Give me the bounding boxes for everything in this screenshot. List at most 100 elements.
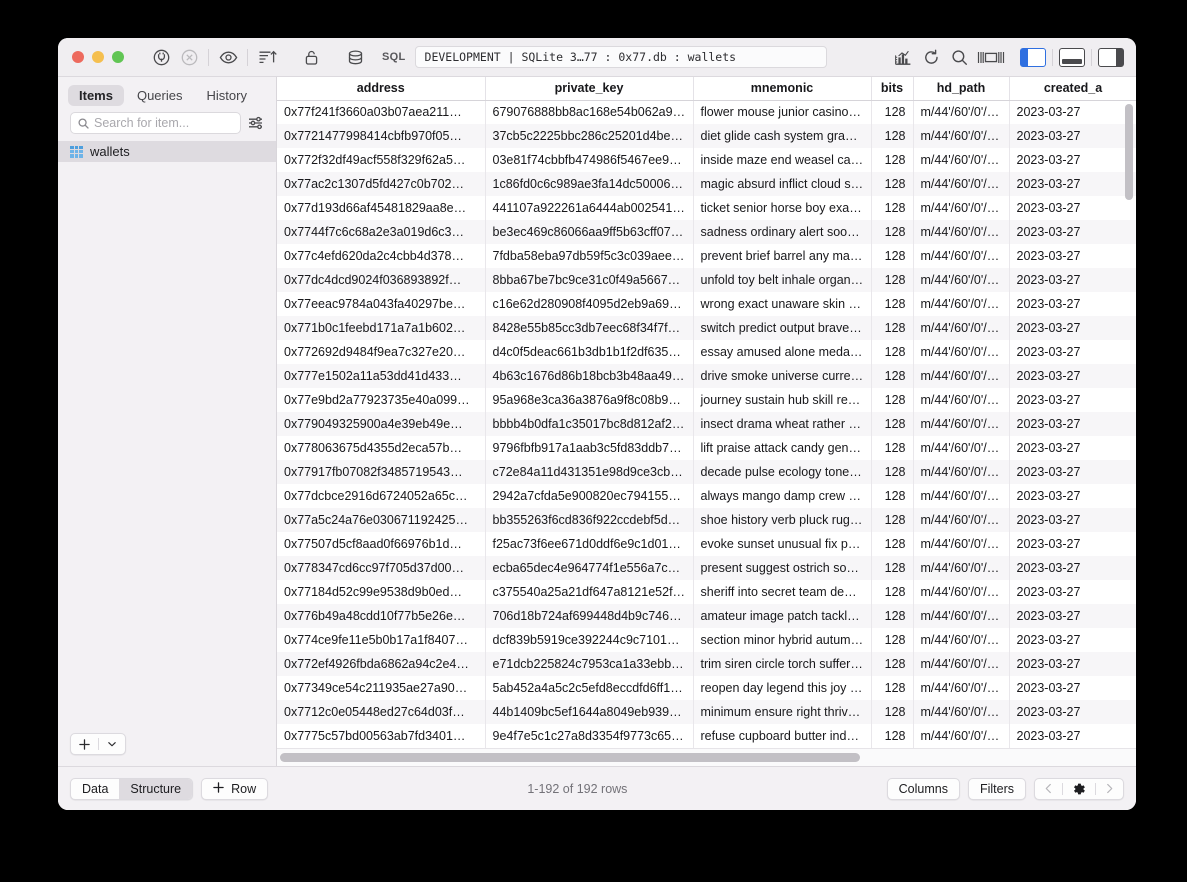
cell-address[interactable]: 0x7721477998414cbfb970f05… <box>277 124 486 148</box>
cell-created-at[interactable]: 2023-03-27 <box>1009 700 1136 724</box>
cell-hd-path[interactable]: m/44'/60'/0'/0/0 <box>913 652 1010 676</box>
table-row[interactable]: 0x7775c57bd00563ab7fd3401… 9e4f7e5c1c27a8… <box>277 724 1136 748</box>
columns-button[interactable]: Columns <box>886 777 960 800</box>
cell-bits[interactable]: 128 <box>871 604 914 628</box>
cell-mnemonic[interactable]: evoke sunset unusual fix palac… <box>693 532 872 556</box>
cell-hd-path[interactable]: m/44'/60'/0'/0/0 <box>913 508 1010 532</box>
cell-bits[interactable]: 128 <box>871 340 914 364</box>
cell-mnemonic[interactable]: sheriff into secret team deput… <box>693 580 872 604</box>
cell-address[interactable]: 0x772ef4926fbda6862a94c2e4… <box>277 652 486 676</box>
table-row[interactable]: 0x77d193d66af45481829aa8e… 441107a922261a… <box>277 196 1136 220</box>
lock-icon[interactable] <box>298 44 324 70</box>
cell-address[interactable]: 0x77ac2c1307d5fd427c0b702… <box>277 172 486 196</box>
cell-address[interactable]: 0x77c4efd620da2c4cbb4d378… <box>277 244 486 268</box>
cell-address[interactable]: 0x77eeac9784a043fa40297be… <box>277 292 486 316</box>
cell-address[interactable]: 0x77184d52c99e9538d9b0ed… <box>277 580 486 604</box>
table-row[interactable]: 0x772ef4926fbda6862a94c2e4… e71dcb225824c… <box>277 652 1136 676</box>
cell-address[interactable]: 0x77dc4dcd9024f036893892f… <box>277 268 486 292</box>
cell-address[interactable]: 0x7744f7c6c68a2e3a019d6c3… <box>277 220 486 244</box>
cell-created-at[interactable]: 2023-03-27 <box>1009 508 1136 532</box>
sort-ascending-icon[interactable] <box>254 44 280 70</box>
table-row[interactable]: 0x77349ce54c211935ae27a90… 5ab452a4a5c2c5… <box>277 676 1136 700</box>
cell-bits[interactable]: 128 <box>871 196 914 220</box>
right-panel-toggle[interactable] <box>1098 47 1124 67</box>
cell-mnemonic[interactable]: refuse cupboard butter index… <box>693 724 872 748</box>
cell-mnemonic[interactable]: drive smoke universe current… <box>693 364 872 388</box>
cell-hd-path[interactable]: m/44'/60'/0'/0/0 <box>913 244 1010 268</box>
table-row[interactable]: 0x77f241f3660a03b07aea211… 679076888bb8ac… <box>277 100 1136 124</box>
cell-hd-path[interactable]: m/44'/60'/0'/0/0 <box>913 172 1010 196</box>
cell-created-at[interactable]: 2023-03-27 <box>1009 532 1136 556</box>
left-panel-toggle[interactable] <box>1020 47 1046 67</box>
table-row[interactable]: 0x77507d5cf8aad0f66976b1d… f25ac73f6ee671… <box>277 532 1136 556</box>
minimize-window-button[interactable] <box>92 51 104 63</box>
cell-address[interactable]: 0x7712c0e05448ed27c64d03f… <box>277 700 486 724</box>
filter-settings-icon[interactable] <box>248 116 264 130</box>
cell-bits[interactable]: 128 <box>871 316 914 340</box>
cell-private-key[interactable]: f25ac73f6ee671d0ddf6e9c1d0168f… <box>485 532 694 556</box>
table-row[interactable]: 0x77eeac9784a043fa40297be… c16e62d280908f… <box>277 292 1136 316</box>
cell-private-key[interactable]: 7fdba58eba97db59f5c3c039aeea67… <box>485 244 694 268</box>
next-page-button[interactable] <box>1096 783 1123 794</box>
cell-mnemonic[interactable]: always mango damp crew engi… <box>693 484 872 508</box>
cell-mnemonic[interactable]: switch predict output brave re… <box>693 316 872 340</box>
zoom-window-button[interactable] <box>112 51 124 63</box>
cell-private-key[interactable]: c16e62d280908f4095d2eb9a69401… <box>485 292 694 316</box>
cell-address[interactable]: 0x77e9bd2a77923735e40a099… <box>277 388 486 412</box>
cell-private-key[interactable]: 2942a7cfda5e900820ec794155c1ff… <box>485 484 694 508</box>
table-row[interactable]: 0x77dc4dcd9024f036893892f… 8bba67be7bc9ce… <box>277 268 1136 292</box>
gear-icon[interactable] <box>1063 782 1095 796</box>
cell-hd-path[interactable]: m/44'/60'/0'/0/0 <box>913 220 1010 244</box>
cell-mnemonic[interactable]: trim siren circle torch suffer ax… <box>693 652 872 676</box>
cell-created-at[interactable]: 2023-03-27 <box>1009 100 1136 124</box>
cell-hd-path[interactable]: m/44'/60'/0'/0/0 <box>913 484 1010 508</box>
cell-hd-path[interactable]: m/44'/60'/0'/0/0 <box>913 676 1010 700</box>
cell-address[interactable]: 0x779049325900a4e39eb49e… <box>277 412 486 436</box>
column-header-hd-path[interactable]: hd_path <box>913 77 1010 101</box>
cell-hd-path[interactable]: m/44'/60'/0'/0/0 <box>913 268 1010 292</box>
cell-hd-path[interactable]: m/44'/60'/0'/0/0 <box>913 460 1010 484</box>
cell-mnemonic[interactable]: decade pulse ecology tone as… <box>693 460 872 484</box>
cell-mnemonic[interactable]: flower mouse junior casino tis… <box>693 100 872 124</box>
cell-address[interactable]: 0x778063675d4355d2eca57b… <box>277 436 486 460</box>
cell-mnemonic[interactable]: minimum ensure right thrive s… <box>693 700 872 724</box>
cell-created-at[interactable]: 2023-03-27 <box>1009 556 1136 580</box>
cell-address[interactable]: 0x77a5c24a76e030671192425… <box>277 508 486 532</box>
bottom-panel-toggle[interactable] <box>1059 47 1085 67</box>
cell-bits[interactable]: 128 <box>871 292 914 316</box>
cell-private-key[interactable]: 9796fbfb917a1aab3c5fd83ddb7ce1… <box>485 436 694 460</box>
connect-plug-icon[interactable] <box>148 44 174 70</box>
cell-created-at[interactable]: 2023-03-27 <box>1009 220 1136 244</box>
cell-created-at[interactable]: 2023-03-27 <box>1009 436 1136 460</box>
cell-mnemonic[interactable]: prevent brief barrel any mang… <box>693 244 872 268</box>
table-row[interactable]: 0x772f32df49acf558f329f62a5… 03e81f74cbbf… <box>277 148 1136 172</box>
cell-hd-path[interactable]: m/44'/60'/0'/0/0 <box>913 124 1010 148</box>
tab-structure[interactable]: Structure <box>119 778 193 799</box>
cell-mnemonic[interactable]: magic absurd inflict cloud sup… <box>693 172 872 196</box>
table-row[interactable]: 0x77917fb07082f3485719543… c72e84a11d4313… <box>277 460 1136 484</box>
cell-bits[interactable]: 128 <box>871 100 914 124</box>
cell-address[interactable]: 0x77917fb07082f3485719543… <box>277 460 486 484</box>
cell-bits[interactable]: 128 <box>871 388 914 412</box>
cell-bits[interactable]: 128 <box>871 364 914 388</box>
cell-hd-path[interactable]: m/44'/60'/0'/0/0 <box>913 292 1010 316</box>
cell-address[interactable]: 0x771b0c1feebd171a7a1b602… <box>277 316 486 340</box>
cell-created-at[interactable]: 2023-03-27 <box>1009 580 1136 604</box>
cell-address[interactable]: 0x77f241f3660a03b07aea211… <box>277 100 486 124</box>
cell-created-at[interactable]: 2023-03-27 <box>1009 172 1136 196</box>
cell-hd-path[interactable]: m/44'/60'/0'/0/0 <box>913 604 1010 628</box>
cell-mnemonic[interactable]: wrong exact unaware skin bett… <box>693 292 872 316</box>
cell-mnemonic[interactable]: unfold toy belt inhale organ ke… <box>693 268 872 292</box>
add-row-button[interactable]: Row <box>201 777 269 800</box>
cell-bits[interactable]: 128 <box>871 724 914 748</box>
cell-created-at[interactable]: 2023-03-27 <box>1009 628 1136 652</box>
table-row[interactable]: 0x7712c0e05448ed27c64d03f… 44b1409bc5ef16… <box>277 700 1136 724</box>
cell-private-key[interactable]: 5ab452a4a5c2c5efd8eccdfd6ff12d1… <box>485 676 694 700</box>
cell-bits[interactable]: 128 <box>871 244 914 268</box>
cell-private-key[interactable]: be3ec469c86066aa9ff5b63cff0773… <box>485 220 694 244</box>
cell-hd-path[interactable]: m/44'/60'/0'/0/0 <box>913 100 1010 124</box>
cell-address[interactable]: 0x774ce9fe11e5b0b17a1f8407… <box>277 628 486 652</box>
cell-address[interactable]: 0x778347cd6cc97f705d37d00… <box>277 556 486 580</box>
chevron-down-icon[interactable] <box>99 739 125 749</box>
sidebar-tab-queries[interactable]: Queries <box>126 85 194 106</box>
